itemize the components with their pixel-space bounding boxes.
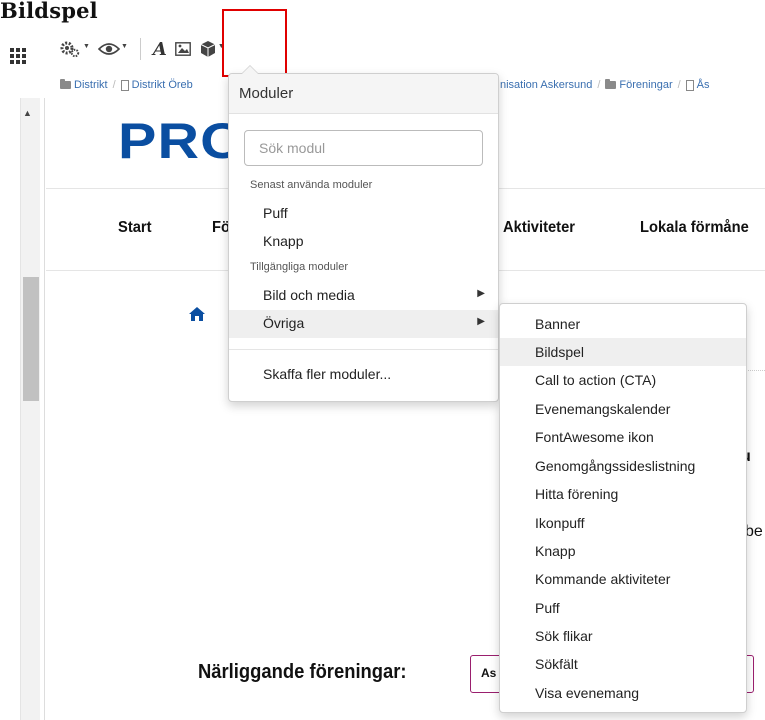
document-title: Bildspel: [0, 0, 98, 23]
scroll-up-arrow-icon[interactable]: ▲: [23, 108, 32, 118]
home-icon[interactable]: [188, 306, 206, 327]
eye-icon[interactable]: ▼: [94, 35, 132, 63]
nearby-associations-label: Närliggande föreningar:: [198, 661, 407, 683]
module-category-ovriga[interactable]: Övriga ▶: [229, 310, 498, 338]
folder-icon: [605, 79, 617, 89]
breadcrumb-item[interactable]: Distrikt: [60, 79, 108, 91]
toolbar-divider: [139, 38, 141, 60]
breadcrumb-item[interactable]: nisation Askersund: [500, 79, 592, 91]
caret-down-icon: ▼: [217, 42, 225, 50]
dropdown-divider: [229, 349, 498, 350]
caret-down-icon: ▼: [83, 42, 90, 50]
submenu-item-ikonpuff[interactable]: Ikonpuff: [500, 509, 746, 537]
breadcrumb-separator: /: [597, 79, 601, 91]
submenu-item-evenemangskalender[interactable]: Evenemangskalender: [500, 395, 746, 423]
submenu-arrow-icon: ▶: [477, 316, 485, 327]
breadcrumb-separator: /: [677, 79, 681, 91]
module-cube-icon[interactable]: ▼: [195, 35, 229, 63]
breadcrumb-item[interactable]: Ås: [685, 79, 710, 91]
submenu-item-bildspel[interactable]: Bildspel: [500, 338, 746, 366]
available-modules-label: Tillgängliga moduler: [250, 261, 349, 273]
submenu-item-visa-evenemang[interactable]: Visa evenemang: [500, 679, 746, 707]
folder-icon: [60, 79, 71, 89]
submenu-item-banner[interactable]: Banner: [500, 310, 746, 338]
settings-gears-icon[interactable]: ▼: [56, 35, 94, 63]
apps-grid-icon[interactable]: [10, 48, 26, 64]
submenu-item-knapp[interactable]: Knapp: [500, 537, 746, 565]
nav-item-start[interactable]: Start: [118, 219, 152, 237]
nav-item-aktiviteter[interactable]: Aktiviteter: [503, 219, 575, 237]
breadcrumb-item[interactable]: Föreningar: [605, 79, 673, 91]
submenu-item-genomgangssideslistning[interactable]: Genomgångssideslistning: [500, 452, 746, 480]
page-icon: [120, 79, 129, 91]
nav-item-lokala-formaner[interactable]: Lokala förmåne: [640, 219, 749, 237]
ovriga-submenu: Banner Bildspel Call to action (CTA) Eve…: [499, 303, 747, 713]
breadcrumb-item[interactable]: Distrikt Öreb: [120, 79, 193, 91]
breadcrumb: Distrikt / Distrikt Öreb: [60, 79, 193, 91]
breadcrumb-separator: /: [112, 79, 116, 91]
recent-module-knapp[interactable]: Knapp: [229, 228, 498, 256]
get-more-modules-link[interactable]: Skaffa fler moduler...: [229, 361, 498, 389]
dropdown-title: Moduler: [229, 74, 498, 114]
modules-dropdown: Moduler Senast använda moduler Puff Knap…: [228, 65, 499, 402]
submenu-item-sokfalt[interactable]: Sökfält: [500, 650, 746, 678]
module-search-input[interactable]: [244, 130, 483, 166]
submenu-item-sok-flikar[interactable]: Sök flikar: [500, 622, 746, 650]
image-icon[interactable]: [171, 35, 195, 63]
vertical-scrollbar[interactable]: ▲: [20, 98, 40, 720]
breadcrumb-continued: nisation Askersund / Föreningar / Ås: [500, 79, 710, 91]
text-fragment: be: [745, 523, 763, 540]
page-icon: [685, 79, 694, 91]
editor-toolbar: ▼ ▼ A ▼: [56, 34, 229, 64]
submenu-item-kommande-aktiviteter[interactable]: Kommande aktiviteter: [500, 565, 746, 593]
submenu-item-cta[interactable]: Call to action (CTA): [500, 366, 746, 394]
panel-divider: [44, 98, 45, 720]
scrollbar-thumb[interactable]: [23, 277, 39, 401]
submenu-item-fontawesome-ikon[interactable]: FontAwesome ikon: [500, 423, 746, 451]
recent-modules-label: Senast använda moduler: [250, 179, 373, 191]
dropdown-pointer: [241, 65, 259, 74]
submenu-arrow-icon: ▶: [477, 288, 485, 299]
recent-module-puff[interactable]: Puff: [229, 200, 498, 228]
site-logo[interactable]: PRO: [118, 112, 246, 170]
module-category-bild-och-media[interactable]: Bild och media ▶: [229, 282, 498, 310]
submenu-item-puff[interactable]: Puff: [500, 594, 746, 622]
caret-down-icon: ▼: [120, 42, 128, 50]
submenu-item-hitta-forening[interactable]: Hitta förening: [500, 480, 746, 508]
text-format-icon[interactable]: A: [149, 35, 171, 63]
